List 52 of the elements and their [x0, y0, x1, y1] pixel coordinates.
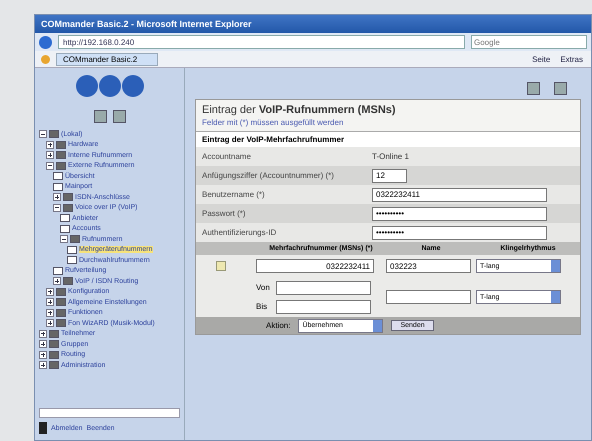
- expand-icon[interactable]: [39, 340, 47, 348]
- input-field[interactable]: [386, 290, 471, 304]
- input-field[interactable]: 0322232411: [372, 188, 547, 202]
- field-label: Passwort (*): [202, 209, 247, 218]
- required-hint: Felder mit (*) müssen ausgefüllt werden: [201, 117, 344, 129]
- caret-icon: [551, 291, 560, 303]
- toolbar-menu[interactable]: Extras: [558, 54, 585, 64]
- scrollbar[interactable]: [39, 408, 180, 418]
- expand-icon[interactable]: [46, 319, 54, 328]
- input-field[interactable]: ••••••••••: [372, 226, 547, 240]
- collapse-icon[interactable]: [53, 204, 61, 212]
- field-label: Bis: [256, 302, 268, 311]
- expand-icon[interactable]: [46, 308, 54, 317]
- form-title: Eintrag der VoIP-Rufnummern (MSNs): [201, 103, 397, 116]
- logo-icon: [74, 74, 144, 98]
- person-icon: [39, 422, 47, 434]
- expand-icon[interactable]: [39, 350, 47, 359]
- input-field[interactable]: [276, 300, 371, 314]
- input-field[interactable]: 0322232411: [256, 259, 374, 273]
- action-label: Aktion:: [266, 321, 290, 330]
- section-heading: Eintrag der VoIP-Mehrfachrufnummer: [196, 131, 580, 147]
- expand-icon[interactable]: [46, 288, 54, 296]
- input-field[interactable]: ••••••••••: [372, 206, 547, 220]
- caret-icon: [551, 260, 560, 272]
- field-value: T-Online 1: [372, 152, 410, 161]
- address-field[interactable]: http://192.168.0.240: [58, 35, 465, 49]
- caret-icon: [373, 320, 382, 332]
- toolbar-menu[interactable]: Seite: [530, 54, 552, 64]
- expand-icon[interactable]: [46, 298, 54, 306]
- field-label: Von: [256, 283, 271, 292]
- field-label: Authentifizierungs-ID: [202, 228, 278, 237]
- folder-icon: [70, 235, 80, 244]
- input-field[interactable]: 12: [372, 168, 407, 182]
- field-label: Accountname: [202, 152, 252, 161]
- checkbox[interactable]: [216, 261, 226, 271]
- expand-icon[interactable]: [53, 193, 61, 202]
- collapse-icon[interactable]: [60, 235, 68, 244]
- expand-icon[interactable]: [39, 330, 47, 338]
- window-title: COMmander Basic.2 - Microsoft Internet Explorer: [35, 15, 591, 33]
- browser-tab[interactable]: COMmander Basic.2: [56, 52, 158, 66]
- collapse-icon[interactable]: [46, 162, 54, 170]
- expand-icon[interactable]: [46, 151, 54, 160]
- field-label: Benutzername (*): [202, 190, 266, 199]
- search-field[interactable]: Google: [471, 35, 587, 49]
- input-field[interactable]: [276, 280, 371, 294]
- field-label: Anfügungsziffer (Accountnummer) (*): [202, 171, 335, 180]
- back-button[interactable]: [39, 36, 52, 48]
- expand-icon[interactable]: [53, 277, 61, 286]
- expand-icon[interactable]: [39, 361, 47, 370]
- expand-icon[interactable]: [46, 140, 54, 149]
- input-field[interactable]: 032223: [386, 259, 471, 273]
- collapse-icon[interactable]: [39, 130, 47, 138]
